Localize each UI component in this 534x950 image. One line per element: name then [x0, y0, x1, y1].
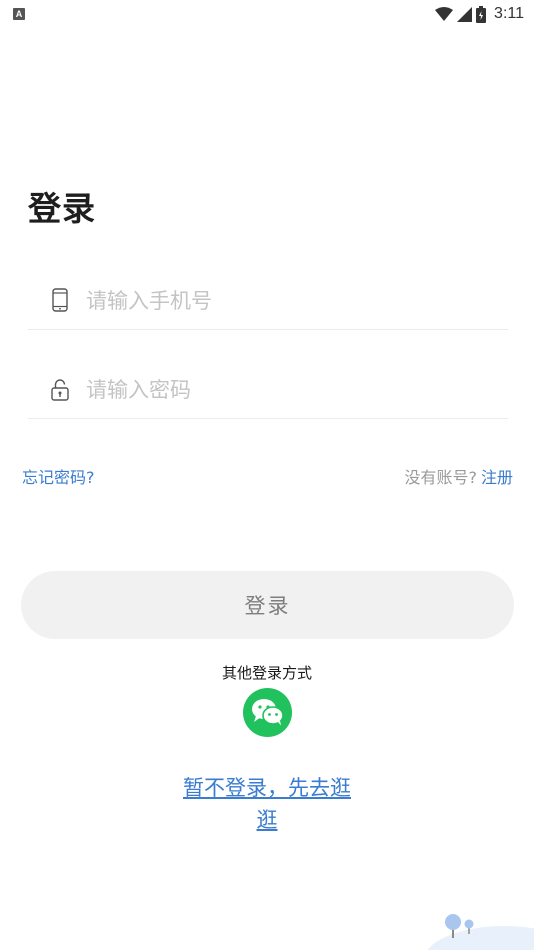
- phone-input[interactable]: [84, 281, 488, 321]
- signal-icon: [457, 6, 473, 22]
- page-title: 登录: [28, 189, 96, 228]
- battery-icon: [476, 5, 487, 23]
- status-icons: 3:11: [435, 3, 524, 25]
- app-notification-icon: A: [13, 8, 25, 20]
- wechat-login-button[interactable]: [243, 688, 292, 737]
- register-link[interactable]: 注册: [481, 468, 513, 487]
- other-login-methods-label: 其他登录方式: [221, 664, 312, 682]
- no-account-label: 没有账号?: [404, 468, 477, 487]
- phone-icon: [52, 288, 68, 312]
- skip-login-link[interactable]: 暂不登录，先去逛逛: [177, 772, 357, 836]
- lock-icon: [51, 379, 69, 401]
- status-bar: A 3:11: [0, 0, 534, 28]
- password-input[interactable]: [84, 370, 488, 410]
- tree-decoration-icon: [427, 914, 534, 950]
- phone-field: [28, 271, 508, 330]
- login-button[interactable]: 登录: [21, 571, 514, 639]
- register-row: 没有账号? 注册: [404, 464, 513, 488]
- forgot-password-link[interactable]: 忘记密码?: [22, 464, 95, 488]
- clock: 3:11: [494, 5, 524, 22]
- password-field: [28, 360, 508, 419]
- wechat-icon: [252, 699, 284, 726]
- wifi-icon: [435, 7, 454, 21]
